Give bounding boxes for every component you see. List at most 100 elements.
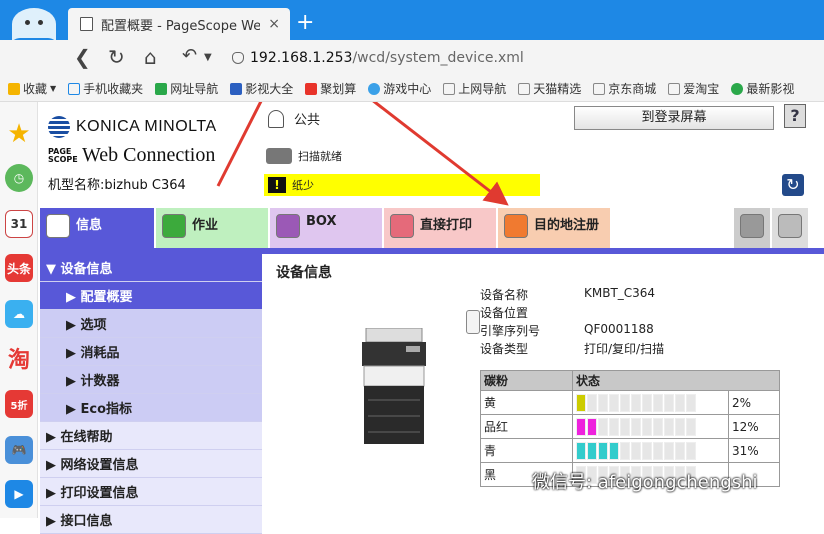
paper-low-warning: ! 纸少 <box>264 174 540 196</box>
new-tab-button[interactable]: + <box>296 10 314 35</box>
login-screen-button[interactable]: 到登录屏幕 <box>574 106 774 130</box>
toner-row: 品红 12% <box>480 414 780 439</box>
toner-level-cell <box>686 441 696 460</box>
bookmark-item[interactable]: 最新影视 <box>731 80 794 97</box>
model-name: 机型名称:bizhub C364 <box>48 178 186 193</box>
konica-logo-icon <box>48 116 70 138</box>
bookmark-item[interactable]: 爱淘宝 <box>668 80 719 97</box>
tab-display[interactable] <box>772 208 808 248</box>
cat-icon <box>731 82 744 95</box>
toner-percent: 2% <box>728 390 780 415</box>
toner-level-cell <box>620 417 630 436</box>
menu-interface[interactable]: ▶ 接口信息 <box>40 506 262 534</box>
calendar-icon[interactable]: 31 <box>5 210 33 238</box>
taobao-icon[interactable]: 淘 <box>5 344 33 373</box>
toner-level-cell <box>609 417 619 436</box>
destination-icon <box>504 214 528 238</box>
toner-name: 品红 <box>480 414 573 439</box>
page-icon <box>518 82 531 95</box>
undo-icon[interactable]: ↶ <box>182 45 197 66</box>
refresh-button[interactable]: ↻ <box>782 174 804 196</box>
film-icon <box>230 82 243 95</box>
bookmark-item[interactable]: 手机收藏夹 <box>68 80 143 97</box>
toner-level-cell <box>686 393 696 412</box>
info-label: 设备名称 <box>480 288 529 302</box>
pagescope-logo: PAGE SCOPE Web Connection <box>48 144 216 166</box>
tab-destination-register[interactable]: 目的地注册 <box>498 208 610 248</box>
bookmark-item[interactable]: 天猫精选 <box>518 80 581 97</box>
close-icon[interactable]: × <box>268 16 280 32</box>
tab-jobs[interactable]: 作业 <box>156 208 268 248</box>
browser-tab[interactable]: 配置概要 - PageScope Web × <box>68 8 290 40</box>
menu-network-settings[interactable]: ▶ 网络设置信息 <box>40 450 262 478</box>
link-icon <box>155 82 168 95</box>
toutiao-icon[interactable]: 头条 <box>5 254 33 282</box>
weather-icon[interactable]: ☁ <box>5 300 33 328</box>
printer-image <box>362 328 426 444</box>
toner-level-cell <box>664 441 674 460</box>
star-icon[interactable]: ★ <box>5 119 33 149</box>
clock-icon[interactable]: ◷ <box>5 164 33 192</box>
menu-consumables[interactable]: ▶ 消耗品 <box>40 338 262 366</box>
toner-name: 青 <box>480 438 573 463</box>
toner-level-cell <box>631 393 641 412</box>
user-info: 公共 <box>268 109 320 128</box>
url-host: 192.168.1.253 <box>250 50 353 66</box>
game-icon[interactable]: 🎮 <box>5 436 33 464</box>
menu-device-info[interactable]: ▼ 设备信息 <box>40 254 262 282</box>
navigation-bar: ❮ ↻ ⌂ ↶ ▼ 192.168.1.253 /wcd/system_devi… <box>0 40 824 76</box>
discount-icon[interactable]: 5折 <box>5 390 33 418</box>
toner-level-cell <box>631 417 641 436</box>
info-icon <box>46 214 70 238</box>
tab-direct-print[interactable]: 直接打印 <box>384 208 496 248</box>
back-icon[interactable]: ❮ <box>74 45 91 69</box>
toner-header: 碳粉 <box>480 370 573 391</box>
menu-print-settings[interactable]: ▶ 打印设置信息 <box>40 478 262 506</box>
bookmark-favorites[interactable]: 收藏 ▼ <box>8 80 56 97</box>
tab-box[interactable]: BOX <box>270 208 382 248</box>
info-label: 引擎序列号 <box>480 324 541 338</box>
toner-level-cell <box>609 441 619 460</box>
screen-icon <box>778 214 802 238</box>
toner-percent: 31% <box>728 438 780 463</box>
bookmark-item[interactable]: 游戏中心 <box>368 80 431 97</box>
bookmark-item[interactable]: 聚划算 <box>305 80 356 97</box>
toner-level-cell <box>642 417 652 436</box>
menu-online-help[interactable]: ▶ 在线帮助 <box>40 422 262 450</box>
tab-maintenance[interactable] <box>734 208 770 248</box>
bookmark-item[interactable]: 影视大全 <box>230 80 293 97</box>
bookmark-item[interactable]: 上网导航 <box>443 80 506 97</box>
menu-options[interactable]: ▶ 选项 <box>40 310 262 338</box>
info-label: 设备类型 <box>480 342 529 356</box>
tab-info[interactable]: 信息 <box>40 208 154 248</box>
toner-level-cell <box>675 393 685 412</box>
help-button[interactable]: ? <box>784 104 806 128</box>
address-bar[interactable]: 192.168.1.253 /wcd/system_device.xml <box>232 46 824 70</box>
toner-row: 黄 2% <box>480 390 780 415</box>
page-title: 设备信息 <box>276 265 332 281</box>
menu-eco[interactable]: ▶ Eco指标 <box>40 394 262 422</box>
print-icon <box>390 214 414 238</box>
video-icon[interactable]: ▶ <box>5 480 33 508</box>
home-icon[interactable]: ⌂ <box>144 45 157 69</box>
toner-row: 青 31% <box>480 438 780 463</box>
star-icon <box>8 82 20 95</box>
toner-level-cell <box>598 417 608 436</box>
chevron-down-icon[interactable]: ▼ <box>204 52 212 63</box>
toner-level-cell <box>653 417 663 436</box>
reload-icon[interactable]: ↻ <box>108 45 125 69</box>
shield-icon <box>232 52 244 64</box>
info-value: 打印/复印/扫描 <box>584 342 665 356</box>
konica-minolta-logo: KONICA MINOLTA <box>48 116 217 138</box>
user-icon <box>268 109 284 128</box>
menu-counter[interactable]: ▶ 计数器 <box>40 366 262 394</box>
bookmark-item[interactable]: 京东商城 <box>593 80 656 97</box>
avatar[interactable] <box>12 8 56 40</box>
bookmark-item[interactable]: 网址导航 <box>155 80 218 97</box>
toner-level-cell <box>620 393 630 412</box>
page-icon <box>668 82 681 95</box>
menu-config-summary[interactable]: ▶ 配置概要 <box>40 282 262 310</box>
toner-level-cell <box>686 417 696 436</box>
toner-percent: 12% <box>728 414 780 439</box>
phone-icon <box>68 82 81 95</box>
